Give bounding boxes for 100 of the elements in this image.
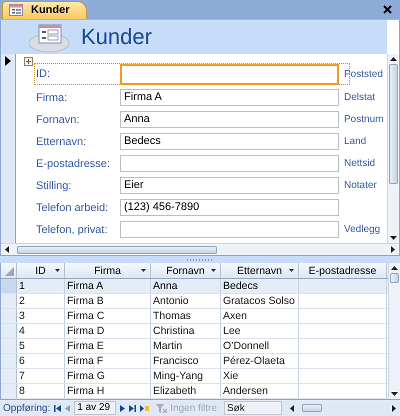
record-selector[interactable] xyxy=(1,324,17,338)
previous-record-icon[interactable] xyxy=(65,404,70,412)
column-header[interactable]: E-postadresse xyxy=(299,263,387,278)
input-field[interactable]: Bedecs xyxy=(120,133,339,150)
field-label: Fornavn: xyxy=(36,114,80,126)
column-header[interactable]: ID xyxy=(17,263,65,278)
table-cell: Antonio xyxy=(151,294,221,308)
field-label: Notater xyxy=(344,180,377,192)
field-label: Etternavn: xyxy=(36,136,88,148)
scroll-left-icon[interactable] xyxy=(5,246,9,253)
input-field[interactable] xyxy=(120,64,339,85)
document-tab[interactable]: Kunder xyxy=(2,0,86,19)
dropdown-arrow-icon[interactable] xyxy=(55,269,60,272)
table-cell: 4 xyxy=(17,324,65,338)
table-cell: Gratacos Solso xyxy=(221,294,299,308)
last-record-icon[interactable] xyxy=(129,404,136,412)
table-cell: Firma G xyxy=(65,369,151,383)
table-cell: Elizabeth xyxy=(151,384,221,398)
field-label: Nettsid xyxy=(344,158,376,170)
table-cell: Francisco xyxy=(151,354,221,368)
table-cell: Firma B xyxy=(65,294,151,308)
corner-icon xyxy=(5,267,14,276)
field-label: ID: xyxy=(36,68,52,80)
scrollbar[interactable] xyxy=(388,263,400,399)
scroll-right-icon[interactable] xyxy=(391,246,395,253)
table-cell: Christina xyxy=(151,324,221,338)
record-label: Oppføring: xyxy=(3,402,50,414)
dropdown-arrow-icon[interactable] xyxy=(289,269,294,272)
column-header[interactable]: Fornavn xyxy=(151,263,221,278)
table-cell: Axen xyxy=(221,309,299,323)
field-label: Postnum xyxy=(344,114,384,126)
input-field[interactable]: Anna xyxy=(120,111,339,128)
table-cell: Bedecs xyxy=(221,279,299,293)
record-number-field[interactable]: 1 av 29 xyxy=(74,401,116,415)
input-field[interactable]: Eier xyxy=(120,177,339,194)
record-selector[interactable] xyxy=(1,384,17,398)
new-record-icon[interactable] xyxy=(140,404,150,412)
scroll-up-icon[interactable] xyxy=(391,266,398,270)
table-cell: Ming-Yang xyxy=(151,369,221,383)
field-label: Telefon, privat: xyxy=(36,224,109,236)
scroll-left-icon[interactable] xyxy=(290,404,294,412)
record-selector[interactable] xyxy=(1,354,17,368)
scroll-down-icon[interactable] xyxy=(391,392,398,396)
first-record-icon[interactable] xyxy=(54,404,62,412)
move-handle-icon[interactable] xyxy=(24,56,33,66)
record-selector[interactable] xyxy=(1,369,17,383)
input-field[interactable] xyxy=(120,155,339,172)
input-field[interactable]: Firma A xyxy=(120,89,339,106)
table-cell: 6 xyxy=(17,354,65,368)
dropdown-arrow-icon[interactable] xyxy=(211,269,216,272)
table-cell: Firma E xyxy=(65,339,151,353)
record-selector[interactable] xyxy=(1,279,17,293)
table-cell: 8 xyxy=(17,384,65,398)
table-cell: Firma C xyxy=(65,309,151,323)
field-label: Land xyxy=(344,136,366,148)
table-cell: 1 xyxy=(17,279,65,293)
scroll-thumb[interactable] xyxy=(390,273,399,283)
table-cell: 3 xyxy=(17,309,65,323)
table-cell: Lee xyxy=(221,324,299,338)
table-cell: O’Donnell xyxy=(221,339,299,353)
funnel-icon xyxy=(156,404,168,412)
scroll-up-icon[interactable] xyxy=(390,56,397,61)
field-label: Poststed xyxy=(344,68,383,80)
column-header[interactable]: Etternavn xyxy=(221,263,299,278)
scroll-right-icon[interactable] xyxy=(392,404,396,412)
field-label: Delstat xyxy=(344,92,376,104)
field-label: Vedlegg xyxy=(344,224,380,236)
table-cell: Firma D xyxy=(65,324,151,338)
input-field[interactable]: (123) 456-7890 xyxy=(120,199,339,216)
input-field[interactable] xyxy=(120,221,339,238)
field-label: Stilling: xyxy=(36,180,72,192)
scroll-thumb[interactable] xyxy=(389,64,398,184)
record-selector[interactable] xyxy=(1,294,17,308)
scroll-thumb[interactable] xyxy=(17,246,217,254)
table-cell: Andersen xyxy=(221,384,299,398)
table-cell: 5 xyxy=(17,339,65,353)
table-cell: Xie xyxy=(221,369,299,383)
form-icon xyxy=(9,4,23,16)
record-selector[interactable] xyxy=(1,309,17,323)
table-cell: Firma F xyxy=(65,354,151,368)
table-cell: Anna xyxy=(151,279,221,293)
search-field[interactable]: Søk xyxy=(224,401,282,415)
table-cell: Martin xyxy=(151,339,221,353)
close-icon[interactable] xyxy=(383,4,392,14)
scrollbar[interactable] xyxy=(1,243,399,255)
dropdown-arrow-icon[interactable] xyxy=(141,269,146,272)
scrollbar[interactable] xyxy=(387,54,399,243)
field-label: E-postadresse: xyxy=(36,158,111,170)
form-title: Kunder xyxy=(81,24,152,50)
current-record-icon xyxy=(5,56,11,66)
scroll-thumb[interactable] xyxy=(302,404,322,412)
table-cell: Firma H xyxy=(65,384,151,398)
table-cell: 2 xyxy=(17,294,65,308)
column-header[interactable]: Firma xyxy=(65,263,151,278)
field-label: Telefon arbeid: xyxy=(36,202,110,214)
record-selector[interactable] xyxy=(1,339,17,353)
scroll-down-icon[interactable] xyxy=(390,236,397,240)
field-label: Firma: xyxy=(36,92,68,104)
table-cell: Firma A xyxy=(65,279,151,293)
next-record-icon[interactable] xyxy=(120,404,126,412)
